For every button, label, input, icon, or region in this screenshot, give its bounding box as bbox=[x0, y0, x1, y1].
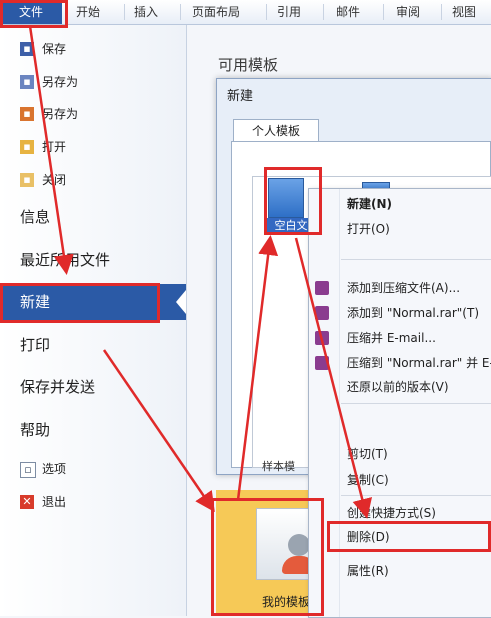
save-icon: ▪ bbox=[20, 42, 34, 56]
open-label: 打开 bbox=[42, 140, 67, 154]
menu-new-label: 新建(N) bbox=[347, 197, 393, 211]
menu-copy-label: 复制(C) bbox=[347, 473, 389, 487]
tab-home[interactable]: 开始 bbox=[76, 0, 100, 24]
menu-separator bbox=[341, 495, 491, 496]
available-templates-heading: 可用模板 bbox=[218, 56, 279, 74]
options-icon: ▫ bbox=[20, 462, 36, 478]
menu-item-properties[interactable]: 属性(R) bbox=[309, 560, 491, 582]
menu-item-cut[interactable]: 剪切(T) bbox=[309, 443, 491, 465]
menu-item-restore[interactable]: 还原以前的版本(V) bbox=[309, 376, 491, 398]
winrar-icon bbox=[315, 306, 329, 320]
tab-mailings[interactable]: 邮件 bbox=[336, 0, 360, 24]
tab-view[interactable]: 视图 bbox=[452, 0, 476, 24]
menu-separator bbox=[341, 259, 491, 260]
save-item[interactable]: ▪ 保存 bbox=[0, 37, 186, 61]
context-menu: 新建(N) 打开(O) 添加到压缩文件(A)... 添加到 "Normal.ra… bbox=[308, 188, 491, 618]
winrar-icon bbox=[315, 331, 329, 345]
save-as-other-item[interactable]: ▪ 另存为 bbox=[0, 102, 186, 126]
highlight-blank-document bbox=[264, 167, 322, 235]
info-label: 信息 bbox=[20, 208, 51, 226]
close-label: 关闭 bbox=[42, 173, 67, 187]
menu-restore-label: 还原以前的版本(V) bbox=[347, 380, 449, 394]
tab-separator bbox=[124, 4, 125, 20]
tab-references[interactable]: 引用 bbox=[277, 0, 301, 24]
exit-label: 退出 bbox=[42, 495, 67, 509]
close-folder-icon: ▪ bbox=[20, 173, 34, 187]
save-label: 保存 bbox=[42, 42, 67, 56]
options-item[interactable]: ▫ 选项 bbox=[0, 457, 186, 481]
save-as-other-label: 另存为 bbox=[42, 107, 79, 121]
help-label: 帮助 bbox=[20, 421, 51, 439]
open-folder-icon: ▪ bbox=[20, 140, 34, 154]
save-as-item[interactable]: ▪ 另存为 bbox=[0, 70, 186, 94]
sample-templates-label: 样本模 bbox=[262, 460, 295, 473]
highlight-my-templates bbox=[211, 498, 324, 616]
menu-item-compress-email[interactable]: 压缩并 E-mail... bbox=[309, 327, 491, 349]
print-label: 打印 bbox=[20, 336, 51, 354]
info-item[interactable]: 信息 bbox=[0, 199, 186, 235]
help-item[interactable]: 帮助 bbox=[0, 412, 186, 448]
menu-add-archive-label: 添加到压缩文件(A)... bbox=[347, 281, 461, 295]
tab-personal-templates[interactable]: 个人模板 bbox=[233, 119, 319, 142]
print-item[interactable]: 打印 bbox=[0, 327, 186, 363]
selection-arrow-icon bbox=[176, 290, 186, 314]
exit-icon: ✕ bbox=[20, 495, 34, 509]
save-send-label: 保存并发送 bbox=[20, 378, 96, 396]
tab-separator bbox=[383, 4, 384, 20]
dialog-title: 新建 bbox=[227, 89, 254, 104]
menu-item-add-archive[interactable]: 添加到压缩文件(A)... bbox=[309, 277, 491, 299]
recent-label: 最近所用文件 bbox=[20, 251, 111, 269]
ribbon-tab-bar: 文件 开始 插入 页面布局 引用 邮件 审阅 视图 bbox=[0, 0, 491, 25]
highlight-new-item bbox=[0, 283, 160, 323]
highlight-file-tab bbox=[0, 0, 68, 28]
tab-separator bbox=[441, 4, 442, 20]
open-item[interactable]: ▪ 打开 bbox=[0, 135, 186, 159]
tab-separator bbox=[323, 4, 324, 20]
close-item[interactable]: ▪ 关闭 bbox=[0, 168, 186, 192]
menu-add-normal-rar-label: 添加到 "Normal.rar"(T) bbox=[347, 306, 480, 320]
menu-properties-label: 属性(R) bbox=[347, 564, 389, 578]
save-as-icon: ▪ bbox=[20, 75, 34, 89]
menu-gutter bbox=[339, 189, 340, 617]
menu-item-compress-normal-email[interactable]: 压缩到 "Normal.rar" 并 E-mail bbox=[309, 352, 491, 374]
menu-separator bbox=[341, 403, 491, 404]
highlight-delete-item bbox=[327, 521, 491, 552]
save-as-label: 另存为 bbox=[42, 75, 79, 89]
exit-item[interactable]: ✕ 退出 bbox=[0, 490, 186, 514]
tab-review[interactable]: 审阅 bbox=[396, 0, 420, 24]
tab-separator bbox=[180, 4, 181, 20]
menu-item-new[interactable]: 新建(N) bbox=[309, 193, 491, 215]
menu-cut-label: 剪切(T) bbox=[347, 447, 388, 461]
options-label: 选项 bbox=[42, 462, 67, 476]
tab-insert[interactable]: 插入 bbox=[134, 0, 158, 24]
save-send-item[interactable]: 保存并发送 bbox=[0, 369, 186, 405]
menu-open-label: 打开(O) bbox=[347, 222, 390, 236]
menu-compress-normal-email-label: 压缩到 "Normal.rar" 并 E-mail bbox=[347, 356, 491, 370]
recent-item[interactable]: 最近所用文件 bbox=[0, 242, 186, 278]
winrar-icon bbox=[315, 356, 329, 370]
save-as-other-icon: ▪ bbox=[20, 107, 34, 121]
menu-item-open[interactable]: 打开(O) bbox=[309, 218, 491, 240]
menu-item-copy[interactable]: 复制(C) bbox=[309, 469, 491, 491]
tab-page-layout[interactable]: 页面布局 bbox=[192, 0, 240, 24]
menu-item-add-normal-rar[interactable]: 添加到 "Normal.rar"(T) bbox=[309, 302, 491, 324]
menu-compress-email-label: 压缩并 E-mail... bbox=[347, 331, 436, 345]
tab-separator bbox=[266, 4, 267, 20]
winrar-icon bbox=[315, 281, 329, 295]
